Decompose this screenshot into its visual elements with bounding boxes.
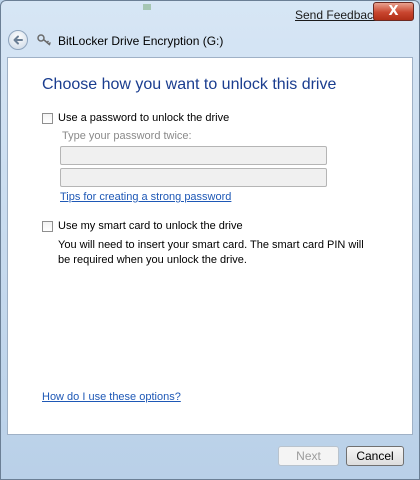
bitlocker-key-icon <box>37 34 52 46</box>
smartcard-description: You will need to insert your smart card.… <box>58 239 364 266</box>
window-title: BitLocker Drive Encryption (G:) <box>58 34 224 48</box>
password-tips-link[interactable]: Tips for creating a strong password <box>60 191 231 203</box>
cancel-button[interactable]: Cancel <box>346 446 404 466</box>
password-option[interactable]: Use a password to unlock the drive <box>42 112 229 124</box>
wizard-footer: Next Cancel <box>1 435 419 479</box>
cancel-button-label: Cancel <box>356 449 394 463</box>
confirm-password-field[interactable] <box>60 168 327 187</box>
smartcard-option[interactable]: Use my smart card to unlock the drive <box>42 220 243 232</box>
next-button[interactable]: Next <box>278 446 339 466</box>
smartcard-option-label: Use my smart card to unlock the drive <box>58 220 243 232</box>
password-prompt: Type your password twice: <box>62 130 192 142</box>
smartcard-checkbox[interactable] <box>42 220 53 232</box>
close-icon: X <box>388 4 399 19</box>
back-button[interactable] <box>8 30 28 50</box>
password-option-label: Use a password to unlock the drive <box>58 112 230 124</box>
next-button-label: Next <box>296 449 321 463</box>
help-link[interactable]: How do I use these options? <box>42 391 181 403</box>
wizard-content-panel: Choose how you want to unlock this drive… <box>7 57 413 435</box>
back-arrow-icon <box>13 35 23 45</box>
page-heading: Choose how you want to unlock this drive <box>42 76 337 93</box>
send-feedback-link[interactable]: Send Feedback <box>295 8 379 22</box>
password-field[interactable] <box>60 146 327 165</box>
bitlocker-wizard-window: Send Feedback X BitLocker Drive Encrypti… <box>0 0 420 480</box>
close-button[interactable]: X <box>373 2 414 21</box>
password-checkbox[interactable] <box>42 112 53 124</box>
